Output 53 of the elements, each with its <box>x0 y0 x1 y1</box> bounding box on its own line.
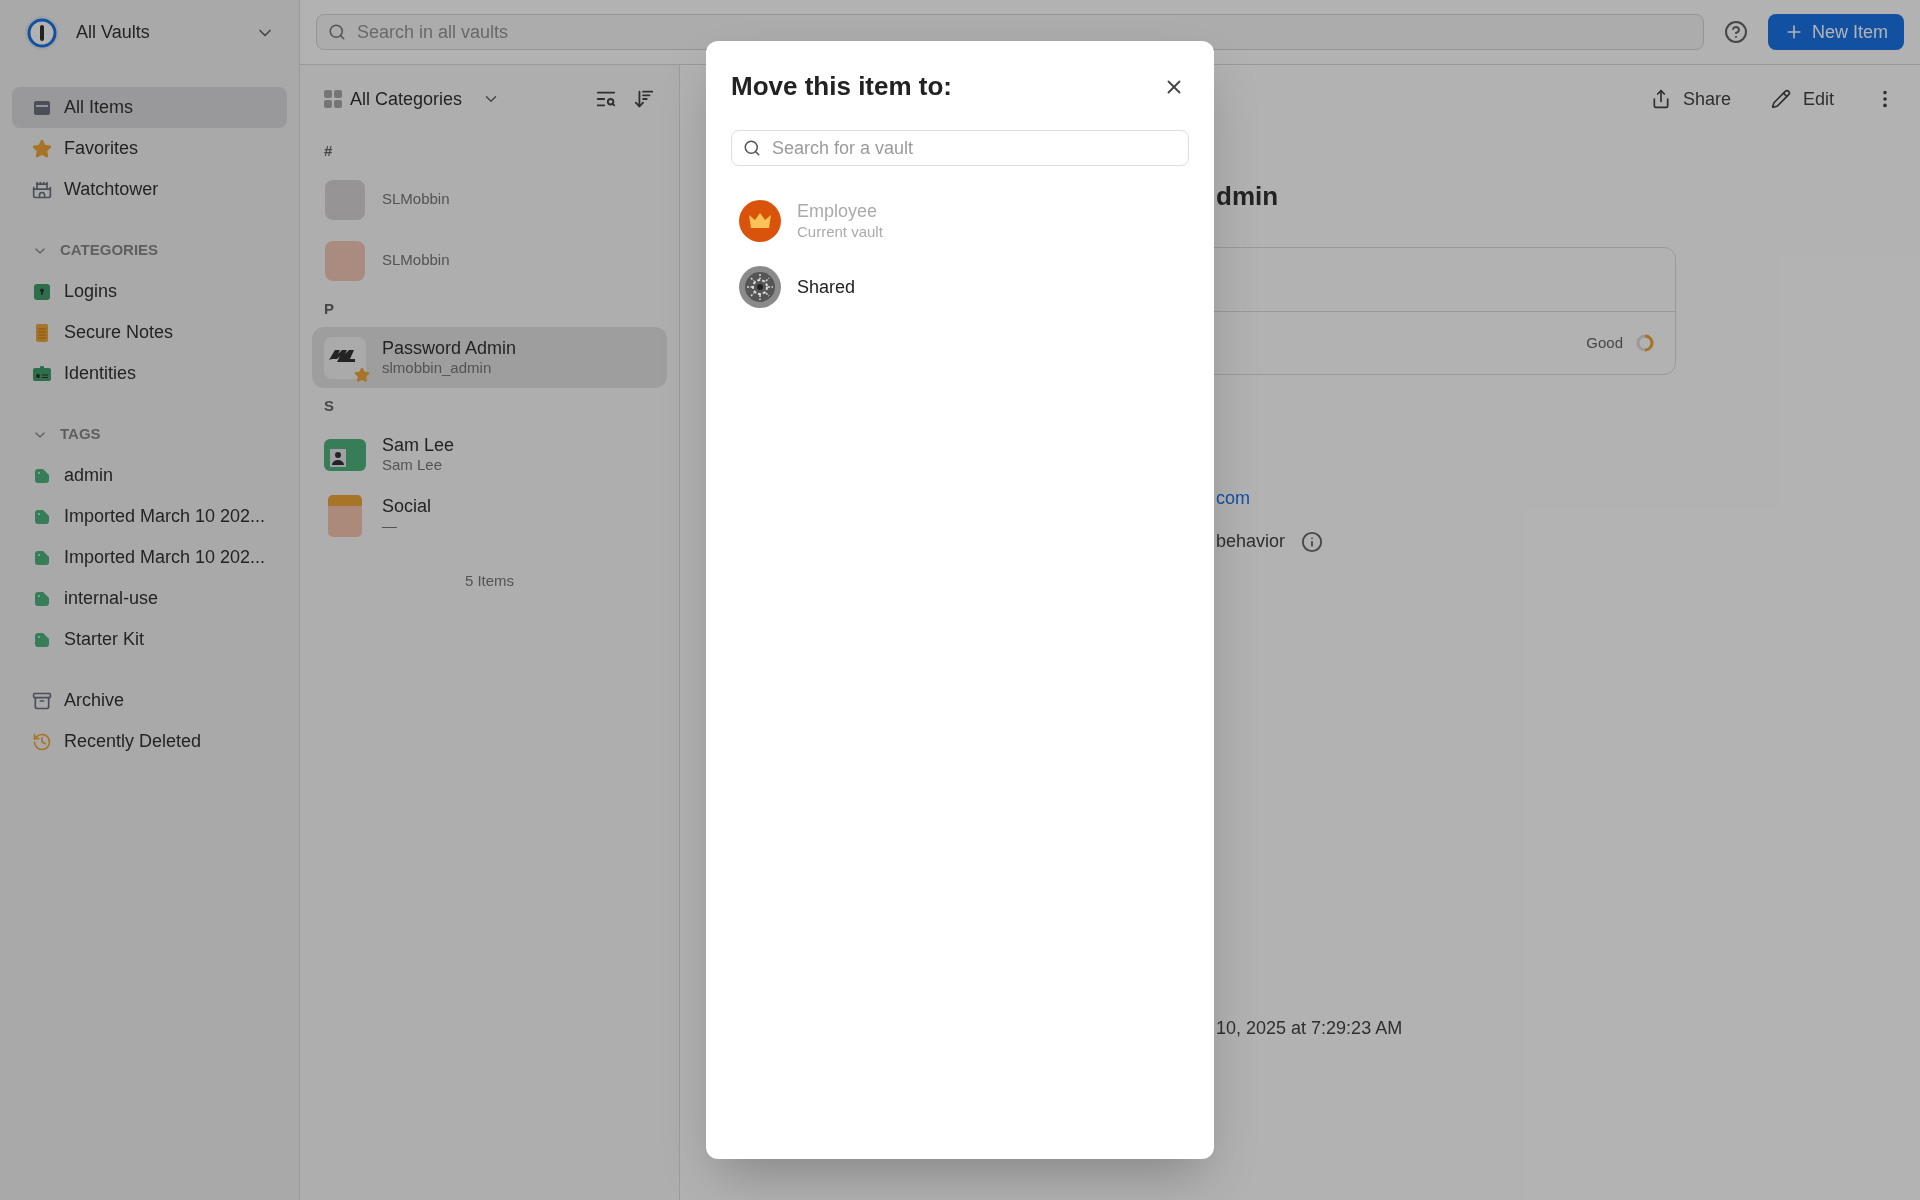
wheel-icon <box>739 266 781 308</box>
pencil-icon <box>1770 89 1791 109</box>
modified-date: 10, 2025 at 7:29:23 AM <box>1216 1017 1404 1040</box>
item-title: Social <box>382 494 432 518</box>
vault-name: Employee <box>797 200 879 223</box>
item-title: Sam Lee <box>382 433 455 457</box>
strength-ring-icon <box>1635 333 1655 353</box>
item-subtitle: slmobbin_admin <box>382 359 493 379</box>
category-filter[interactable]: All Categories <box>324 85 501 113</box>
id-card-icon <box>32 363 52 384</box>
grid-icon <box>324 90 342 108</box>
crown-icon <box>739 200 781 242</box>
search-field[interactable]: Search in all vaults <box>316 14 1704 50</box>
action-button[interactable]: Share <box>1650 85 1731 113</box>
item-subtitle: — <box>382 517 398 537</box>
note-icon <box>328 494 362 537</box>
group-letter: S <box>323 395 335 416</box>
vault-subtitle: Current vault <box>797 222 883 242</box>
id-card-icon <box>324 438 366 471</box>
dialog-title: Move this item to: <box>731 70 952 103</box>
app-logo-icon <box>24 14 60 51</box>
help-icon[interactable] <box>1723 20 1748 44</box>
new-item-button[interactable]: New Item <box>1767 14 1904 50</box>
strength-label: Good <box>1586 332 1623 353</box>
info-icon[interactable] <box>1301 530 1324 553</box>
vault-search-field[interactable]: Search for a vault <box>731 130 1189 166</box>
vault-option[interactable]: Shared <box>731 260 1189 314</box>
group-letter: P <box>323 298 335 319</box>
sidebar-item[interactable]: All Items <box>12 87 287 128</box>
sort-icon[interactable] <box>633 88 655 110</box>
item-thumbnail <box>325 240 365 281</box>
item-row[interactable]: Password Admin slmobbin_admin <box>312 327 667 388</box>
vault-name: Shared <box>797 275 856 299</box>
search-icon <box>328 23 346 41</box>
item-thumbnail <box>325 179 365 220</box>
vault-switcher[interactable]: All Vaults <box>76 19 275 46</box>
tower-icon <box>32 179 52 200</box>
item-title: SLMobbin <box>382 251 450 270</box>
history-icon <box>32 731 52 752</box>
archive-icon <box>32 690 52 711</box>
star-icon <box>32 138 52 159</box>
autofill-label: behavior <box>1216 530 1286 553</box>
item-title: Password Admin <box>382 336 517 360</box>
keyhole-icon <box>32 281 52 302</box>
item-title: dmin <box>1216 183 1280 209</box>
search-icon <box>743 139 761 157</box>
action-button[interactable]: Edit <box>1770 85 1834 113</box>
item-count: 5 Items <box>463 571 516 591</box>
favorite-star-icon <box>354 366 370 383</box>
group-letter: # <box>323 140 334 161</box>
item-subtitle: Sam Lee <box>382 456 444 476</box>
item-title: SLMobbin <box>382 190 450 209</box>
website-link[interactable]: com <box>1216 485 1920 512</box>
